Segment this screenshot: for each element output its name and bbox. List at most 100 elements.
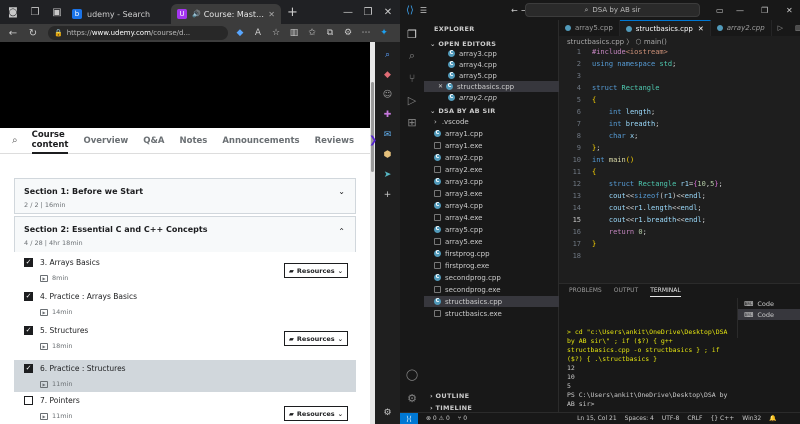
checkbox-checked[interactable]: ✓ bbox=[24, 258, 33, 267]
folder-item[interactable]: › .vscode bbox=[424, 116, 559, 127]
file-item[interactable]: array2.exe bbox=[424, 164, 559, 175]
source-control-icon[interactable]: ⑂ bbox=[404, 70, 420, 86]
add-sidebar-icon[interactable]: + bbox=[381, 188, 394, 201]
file-item[interactable]: array3.exe bbox=[424, 188, 559, 199]
maximize-icon[interactable]: ❐ bbox=[360, 4, 376, 20]
extensions-icon[interactable]: ⚙ bbox=[342, 27, 354, 39]
tab-problems[interactable]: PROBLEMS bbox=[569, 287, 602, 297]
file-item[interactable]: Carray4.cpp bbox=[424, 200, 559, 211]
encoding[interactable]: UTF-8 bbox=[662, 415, 680, 422]
notifications-icon[interactable]: 🔔 bbox=[769, 415, 776, 422]
resources-button[interactable]: ▰ Resources ⌄ bbox=[284, 331, 348, 346]
page-scrollbar[interactable] bbox=[370, 42, 375, 424]
tag-extension-icon[interactable]: ◆ bbox=[234, 27, 246, 39]
lecture-item[interactable]: ✓ 4. Practice : Arrays Basics ▶ 14min bbox=[14, 288, 356, 321]
user-sidebar-icon[interactable]: ☺ bbox=[381, 88, 394, 101]
tab-actions-icon[interactable]: ▣ bbox=[48, 3, 66, 21]
open-editor-item[interactable]: Carray5.cpp bbox=[424, 70, 559, 81]
favorite-icon[interactable]: ☆ bbox=[270, 27, 282, 39]
tab-overview[interactable]: Overview bbox=[83, 128, 128, 154]
terminal-list-item-active[interactable]: ⌨ Code bbox=[738, 309, 800, 320]
video-player[interactable] bbox=[0, 42, 375, 128]
checkbox-unchecked[interactable] bbox=[24, 396, 33, 405]
layout-icon[interactable]: ▭ bbox=[716, 6, 724, 15]
file-item[interactable]: Carray1.cpp bbox=[424, 128, 559, 139]
settings-gear-icon[interactable]: ⚙ bbox=[404, 390, 420, 406]
file-item[interactable]: array1.exe bbox=[424, 140, 559, 151]
open-editor-item[interactable]: Carray2.cpp bbox=[424, 92, 559, 103]
minimize-icon[interactable]: — bbox=[340, 4, 356, 20]
back-icon[interactable]: ← bbox=[6, 26, 20, 40]
folder-header[interactable]: ⌄ DSA BY AB SIR bbox=[430, 107, 496, 115]
copilot-icon[interactable]: ✦ bbox=[378, 27, 390, 39]
workspaces-icon[interactable]: ❐ bbox=[26, 3, 44, 21]
section-2[interactable]: Section 2: Essential C and C++ Concepts … bbox=[14, 216, 356, 252]
read-aloud-icon[interactable]: A bbox=[252, 27, 264, 39]
more-icon[interactable]: ⋯ bbox=[360, 27, 372, 39]
file-item[interactable]: Carray5.cpp bbox=[424, 224, 559, 235]
profile-icon[interactable]: ◙ bbox=[4, 3, 22, 21]
timeline-header[interactable]: › TIMELINE bbox=[430, 404, 472, 412]
maximize-icon[interactable]: ❐ bbox=[761, 6, 768, 15]
close-icon[interactable]: ✕ bbox=[698, 25, 704, 33]
office-sidebar-icon[interactable]: ⬢ bbox=[381, 148, 394, 161]
close-window-icon[interactable]: ✕ bbox=[786, 6, 793, 15]
open-editor-item-active[interactable]: ✕ Cstructbasics.cpp bbox=[424, 81, 559, 92]
tab-reviews[interactable]: Reviews bbox=[315, 128, 354, 154]
remote-icon[interactable]: ⟩⟨ bbox=[400, 412, 418, 424]
open-editor-item[interactable]: Carray4.cpp bbox=[424, 59, 559, 70]
resources-button[interactable]: ▰ Resources ⌄ bbox=[284, 406, 348, 421]
run-icon[interactable]: ▷ bbox=[772, 20, 789, 36]
open-editor-item[interactable]: Carray3.cpp bbox=[424, 48, 559, 59]
file-item[interactable]: array5.exe bbox=[424, 236, 559, 247]
tab-notes[interactable]: Notes bbox=[180, 128, 208, 154]
cursor-position[interactable]: Ln 15, Col 21 bbox=[577, 415, 617, 422]
open-editors-header[interactable]: ⌄ OPEN EDITORS bbox=[430, 40, 496, 48]
language-mode[interactable]: {} C++ bbox=[710, 415, 734, 422]
send-sidebar-icon[interactable]: ➤ bbox=[381, 168, 394, 181]
browser-tab-search[interactable]: b udemy - Search bbox=[66, 4, 171, 24]
file-item[interactable]: Csecondprog.cpp bbox=[424, 272, 559, 283]
section-1[interactable]: Section 1: Before we Start 2 / 2 | 16min… bbox=[14, 178, 356, 214]
tab-terminal[interactable]: TERMINAL bbox=[650, 287, 681, 297]
checkbox-checked[interactable]: ✓ bbox=[24, 364, 33, 373]
resources-button[interactable]: ▰ Resources ⌄ bbox=[284, 263, 348, 278]
file-item[interactable]: structbasics.exe bbox=[424, 308, 559, 319]
extensions-icon[interactable]: ⊞ bbox=[404, 114, 420, 130]
outline-header[interactable]: › OUTLINE bbox=[430, 392, 469, 400]
terminal-list-item[interactable]: ⌨ Code bbox=[738, 298, 800, 309]
lecture-item[interactable]: 7. Pointers ▶ 11min ▰ Resources ⌄ bbox=[14, 392, 356, 424]
split-editor-icon[interactable]: ▥ bbox=[789, 20, 800, 36]
menu-icon[interactable]: ☰ bbox=[420, 6, 427, 15]
file-item[interactable]: array4.exe bbox=[424, 212, 559, 223]
lecture-item[interactable]: ✓ 3. Arrays Basics ▶ 8min ▰ Resources ⌄ bbox=[14, 254, 356, 287]
file-item[interactable]: Carray3.cpp bbox=[424, 176, 559, 187]
problems-status[interactable]: ⊗ 0 ⚠ 0 bbox=[426, 415, 450, 422]
search-icon[interactable]: ⌕ bbox=[12, 135, 18, 146]
sidebar-settings-icon[interactable]: ⚙ bbox=[381, 406, 394, 419]
checkbox-checked[interactable]: ✓ bbox=[24, 292, 33, 301]
file-item[interactable]: Cfirstprog.cpp bbox=[424, 248, 559, 259]
tab-qa[interactable]: Q&A bbox=[143, 128, 164, 154]
command-center[interactable]: ⌕ DSA by AB sir bbox=[525, 3, 700, 17]
editor-tab[interactable]: array2.cpp bbox=[711, 20, 772, 36]
browser-tab-course[interactable]: U 🔊 Course: Mastering Da ✕ bbox=[171, 4, 281, 24]
code-editor[interactable]: 1 2 3 4 5 6 7 8 9 10 11 12 13 14 15 16 1… bbox=[559, 48, 800, 283]
close-window-icon[interactable]: ✕ bbox=[380, 4, 396, 20]
new-tab-icon[interactable]: + bbox=[287, 5, 298, 20]
games-sidebar-icon[interactable]: ✚ bbox=[381, 108, 394, 121]
terminal-output[interactable]: > cd "c:\Users\ankit\OneDrive\Desktop\DS… bbox=[567, 328, 732, 409]
file-item[interactable]: Carray2.cpp bbox=[424, 152, 559, 163]
chevron-right-icon[interactable]: ❯ bbox=[369, 135, 377, 146]
nav-back-icon[interactable]: ← bbox=[511, 6, 518, 15]
lecture-item-current[interactable]: ✓ 6. Practice : Structures ▶ 11min bbox=[14, 360, 356, 393]
eol[interactable]: CRLF bbox=[687, 415, 702, 422]
file-item[interactable]: firstprog.exe bbox=[424, 260, 559, 271]
search-icon[interactable]: ⌕ bbox=[404, 48, 420, 64]
indentation[interactable]: Spaces: 4 bbox=[625, 415, 654, 422]
outlook-sidebar-icon[interactable]: ✉ bbox=[381, 128, 394, 141]
close-tab-icon[interactable]: ✕ bbox=[268, 10, 275, 19]
editor-tab-active[interactable]: structbasics.cpp ✕ bbox=[619, 20, 711, 36]
ports-status[interactable]: ⑂ 0 bbox=[458, 415, 467, 422]
scrollbar-thumb[interactable] bbox=[371, 82, 374, 172]
